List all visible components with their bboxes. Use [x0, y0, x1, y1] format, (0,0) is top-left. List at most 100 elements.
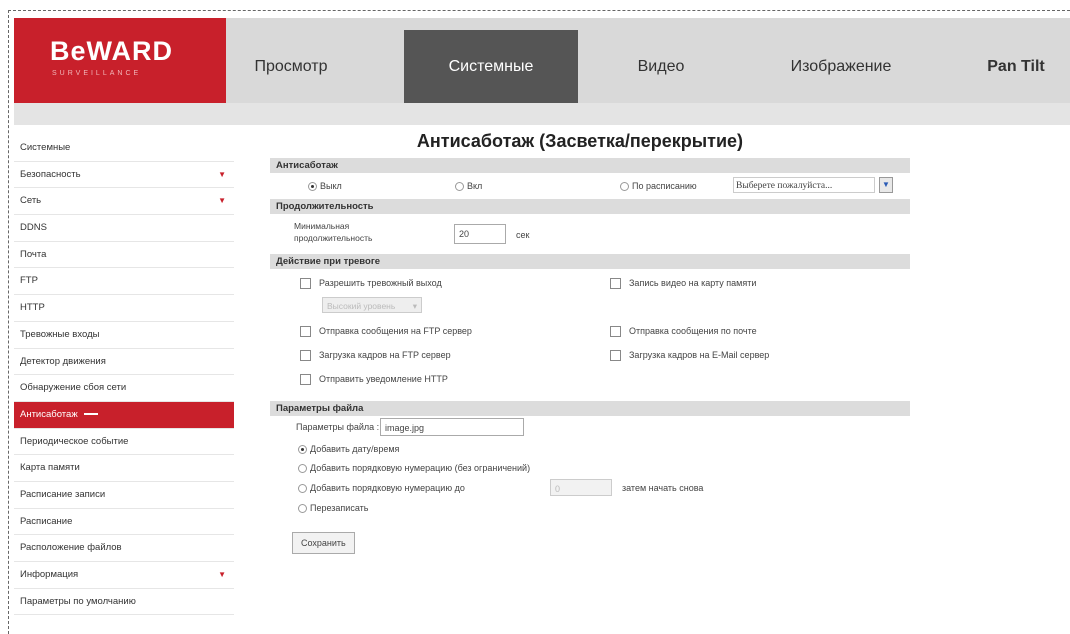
http-notify-option[interactable]: Отправить уведомление HTTP	[300, 374, 448, 386]
brand-name: BeWARD	[50, 36, 174, 66]
sidebar: Системные Безопасность ▼ Сеть ▼ DDNS Почта…	[14, 135, 234, 616]
sidebar-item-label: HTTP	[20, 302, 45, 314]
brand-tagline: SURVEILLANCE	[52, 70, 142, 77]
sidebar-item-record-schedule[interactable]: Расписание записи	[14, 482, 234, 509]
sidebar-item-network-failure[interactable]: Обнаружение сбоя сети	[14, 375, 234, 402]
duration-label-line1: Минимальная	[294, 221, 350, 231]
duration-label: Минимальная продолжительность	[294, 220, 372, 244]
chevron-down-icon: ▾	[412, 301, 417, 311]
radio-schedule[interactable]: По расписанию	[620, 181, 697, 192]
sidebar-item-ftp[interactable]: FTP	[14, 268, 234, 296]
sidebar-item-label: Информация	[20, 569, 79, 580]
top-nav: Просмотр Системные Видео Изображение Pan…	[226, 30, 1070, 103]
duration-unit: сек	[516, 230, 530, 240]
sidebar-item-label: Сеть	[20, 195, 42, 207]
section-file: Параметры файла	[270, 401, 910, 416]
opt-datetime[interactable]: Добавить дату/время	[298, 444, 400, 455]
brand-logo: BeWARD SURVEILLANCE	[14, 18, 226, 103]
opt-seq-unlimited[interactable]: Добавить порядковую нумерацию (без огран…	[298, 463, 531, 474]
tab-image[interactable]: Изображение	[756, 30, 926, 103]
opt-datetime-label: Добавить дату/время	[310, 444, 400, 454]
sidebar-item-info[interactable]: Информация ▼	[14, 562, 234, 589]
alarm-output-checkbox	[300, 278, 311, 290]
sidebar-item-label: Расписание записи	[20, 488, 106, 500]
sidebar-item-label: Системные	[20, 142, 71, 153]
sidebar-item-motion-detector[interactable]: Детектор движения	[14, 349, 234, 376]
alarm-output-option[interactable]: Разрешить тревожный выход	[300, 278, 442, 290]
radio-on-indicator	[455, 182, 464, 192]
sidebar-item-label: Антисаботаж	[20, 408, 78, 420]
ftp-upload-label: Загрузка кадров на FTP сервер	[319, 350, 451, 360]
radio-on-label: Вкл	[467, 181, 483, 191]
ftp-upload-option[interactable]: Загрузка кадров на FTP сервер	[300, 350, 451, 362]
sidebar-item-label: Тревожные входы	[20, 328, 100, 340]
sidebar-item-security[interactable]: Безопасность ▼	[14, 162, 234, 189]
opt-seq-unlimited-label: Добавить порядковую нумерацию (без огран…	[310, 463, 531, 473]
sidebar-item-alarm-inputs[interactable]: Тревожные входы	[14, 322, 234, 349]
file-name-label: Параметры файла :	[296, 422, 380, 432]
opt-seq-to[interactable]: Добавить порядковую нумерацию до	[298, 483, 465, 494]
sidebar-item-label: Почта	[20, 248, 47, 260]
tab-system[interactable]: Системные	[404, 30, 578, 103]
file-block: Параметры файла : image.jpg Добавить дат…	[270, 416, 910, 566]
radio-schedule-indicator	[620, 182, 629, 192]
section-antisabotage: Антисаботаж	[270, 158, 910, 173]
email-upload-label: Загрузка кадров на E-Mail сервер	[629, 350, 770, 360]
section-actions: Действие при тревоге	[270, 254, 910, 269]
tab-view[interactable]: Просмотр	[226, 30, 356, 103]
sidebar-item-file-location[interactable]: Расположение файлов	[14, 535, 234, 562]
sidebar-item-ddns[interactable]: DDNS	[14, 215, 234, 242]
radio-off-label: Выкл	[320, 181, 342, 191]
opt-seq-to-suffix: затем начать снова	[622, 483, 704, 493]
sidebar-item-http[interactable]: HTTP	[14, 295, 234, 322]
alarm-level-select[interactable]: Высокий уровень ▾	[322, 297, 422, 313]
file-name-input[interactable]: image.jpg	[380, 418, 524, 436]
sidebar-item-schedule[interactable]: Расписание	[14, 509, 234, 536]
duration-input[interactable]: 20	[454, 224, 506, 244]
actions-block: Разрешить тревожный выход Высокий уровен…	[270, 269, 910, 401]
schedule-select[interactable]: Выберете пожалуйста...	[733, 177, 875, 193]
radio-off[interactable]: Выкл	[308, 181, 342, 192]
opt-overwrite[interactable]: Перезаписать	[298, 503, 368, 514]
alarm-level-value: Высокий уровень	[327, 301, 396, 311]
seq-max-input[interactable]: 0	[550, 479, 612, 496]
sidebar-item-label: DDNS	[20, 222, 47, 234]
sidebar-item-label: FTP	[20, 275, 38, 287]
active-indicator-icon	[83, 413, 98, 416]
antisabotage-row: Выкл Вкл По расписанию Выберете пожалуйс…	[270, 173, 910, 199]
radio-on[interactable]: Вкл	[455, 181, 483, 192]
email-message-option[interactable]: Отправка сообщения по почте	[610, 326, 757, 338]
sidebar-item-network[interactable]: Сеть ▼	[14, 188, 234, 216]
opt-seq-to-indicator	[298, 484, 307, 494]
record-card-option[interactable]: Запись видео на карту памяти	[610, 278, 757, 290]
sidebar-item-label: Обнаружение сбоя сети	[20, 382, 127, 394]
tab-pan-tilt[interactable]: Pan Tilt	[956, 30, 1070, 103]
section-duration: Продолжительность	[270, 199, 910, 214]
ftp-upload-checkbox	[300, 350, 311, 362]
email-upload-option[interactable]: Загрузка кадров на E-Mail сервер	[610, 350, 770, 362]
ftp-message-checkbox	[300, 326, 311, 338]
sidebar-item-defaults[interactable]: Параметры по умолчанию	[14, 589, 234, 616]
sidebar-item-mail[interactable]: Почта	[14, 242, 234, 269]
sidebar-item-memory-card[interactable]: Карта памяти	[14, 455, 234, 482]
email-message-checkbox	[610, 326, 621, 338]
sidebar-item-label: Параметры по умолчанию	[20, 595, 136, 607]
ftp-message-option[interactable]: Отправка сообщения на FTP сервер	[300, 326, 472, 338]
email-message-label: Отправка сообщения по почте	[629, 326, 757, 336]
tab-video[interactable]: Видео	[596, 30, 726, 103]
opt-seq-to-label: Добавить порядковую нумерацию до	[310, 483, 465, 493]
opt-seq-unlimited-indicator	[298, 464, 307, 474]
sub-bar	[14, 103, 1070, 125]
schedule-select-value: Выберете пожалуйста...	[736, 181, 833, 191]
sidebar-item-periodic-event[interactable]: Периодическое событие	[14, 429, 234, 456]
select-dropdown-icon[interactable]: ▼	[879, 177, 893, 193]
record-card-label: Запись видео на карту памяти	[629, 278, 757, 288]
save-button[interactable]: Сохранить	[292, 532, 355, 554]
alarm-output-label: Разрешить тревожный выход	[319, 278, 442, 288]
expand-arrow-icon: ▼	[218, 570, 226, 579]
duration-row: Минимальная продолжительность 20 сек	[270, 214, 910, 254]
sidebar-item-antisabotage[interactable]: Антисаботаж	[14, 401, 234, 429]
record-card-checkbox	[610, 278, 621, 290]
duration-label-line2: продолжительность	[294, 233, 373, 243]
sidebar-item-system[interactable]: Системные	[14, 135, 234, 162]
